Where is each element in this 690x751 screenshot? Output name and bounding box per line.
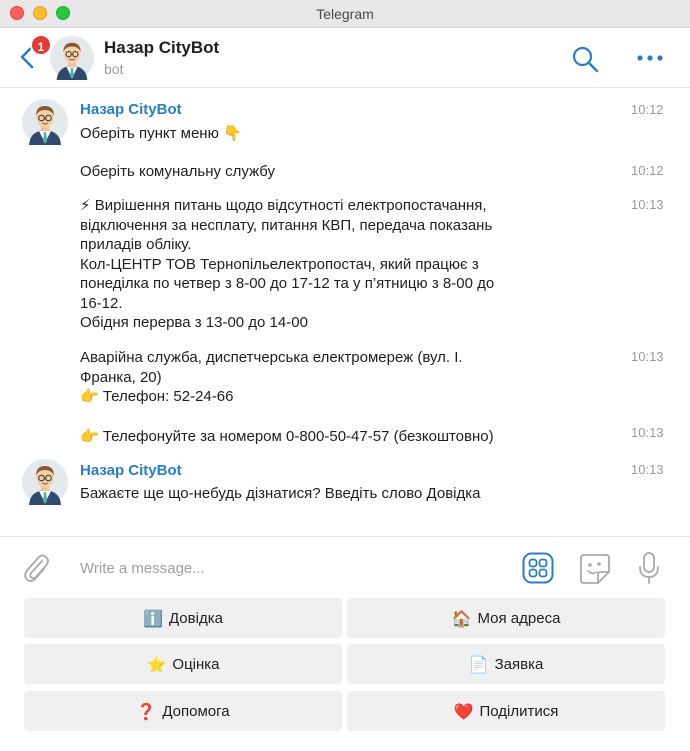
message-composer [0, 536, 690, 598]
reply-keyboard: ℹ️ Довідка 🏠 Моя адреса ⭐ Оцінка 📄 Заявк… [0, 598, 690, 751]
document-icon: 📄 [468, 654, 489, 674]
message-sender[interactable]: Назар CityBot [80, 101, 182, 118]
message-text: ⚡ Вирішення питань щодо відсутності елек… [80, 197, 495, 331]
bot-avatar[interactable] [50, 36, 94, 80]
message-time: 10:13 [631, 349, 664, 364]
question-mark-icon: ❓ [136, 701, 157, 721]
keyboard-button-help[interactable]: ℹ️ Довідка [24, 598, 342, 638]
keyboard-button-label: Допомога [162, 702, 230, 720]
bot-keyboard-icon[interactable] [522, 552, 554, 584]
window-title: Telegram [316, 6, 374, 22]
bot-avatar[interactable] [22, 459, 68, 505]
more-options-icon[interactable] [636, 53, 664, 63]
unread-badge: 1 [30, 34, 52, 56]
keyboard-button-label: Довідка [168, 609, 223, 627]
message-text: Аварійна служба, диспетчерська електроме… [80, 349, 463, 405]
house-icon: 🏠 [451, 608, 472, 628]
keyboard-button-my-address[interactable]: 🏠 Моя адреса [347, 598, 665, 638]
star-icon: ⭐ [146, 654, 167, 674]
keyboard-button-share[interactable]: ❤️ Поділитися [347, 691, 665, 731]
message-text: Оберіть пункт меню 👇 [80, 125, 242, 142]
keyboard-button-rating[interactable]: ⭐ Оцінка [24, 644, 342, 684]
chat-header: 1 Назар CityBot bot [0, 28, 690, 88]
chat-title: Назар CityBot [104, 38, 220, 57]
keyboard-button-label: Заявка [494, 655, 544, 673]
paperclip-icon[interactable] [22, 552, 50, 584]
keyboard-button-assistance[interactable]: ❓ Допомога [24, 691, 342, 731]
message-input[interactable] [72, 555, 492, 581]
message-text: Бажаєте ще що-небудь дізнатися? Введіть … [80, 485, 481, 502]
message-time: 10:12 [631, 163, 664, 178]
bot-avatar[interactable] [22, 99, 68, 145]
message-time: 10:12 [631, 102, 664, 117]
search-icon[interactable] [571, 45, 599, 73]
message-time: 10:13 [631, 462, 664, 477]
message-text: 👉 Телефонуйте за номером 0-800-50-47-57 … [80, 428, 494, 445]
info-icon: ℹ️ [143, 608, 163, 628]
keyboard-button-label: Моя адреса [477, 609, 561, 627]
message-time: 10:13 [631, 425, 664, 440]
keyboard-button-label: Поділитися [479, 702, 559, 720]
keyboard-button-request[interactable]: 📄 Заявка [347, 644, 665, 684]
message-text: Оберіть комунальну службу [80, 163, 276, 180]
message-list: Назар CityBot 10:12 Оберіть пункт меню 👇… [0, 88, 690, 536]
microphone-icon[interactable] [637, 551, 661, 585]
heart-icon: ❤️ [453, 701, 474, 721]
message-sender[interactable]: Назар CityBot [80, 462, 182, 479]
keyboard-button-label: Оцінка [172, 655, 220, 673]
window-titlebar: Telegram [0, 0, 690, 28]
sticker-icon[interactable] [578, 552, 612, 586]
chat-subtitle: bot [104, 61, 124, 77]
message-time: 10:13 [631, 197, 664, 212]
